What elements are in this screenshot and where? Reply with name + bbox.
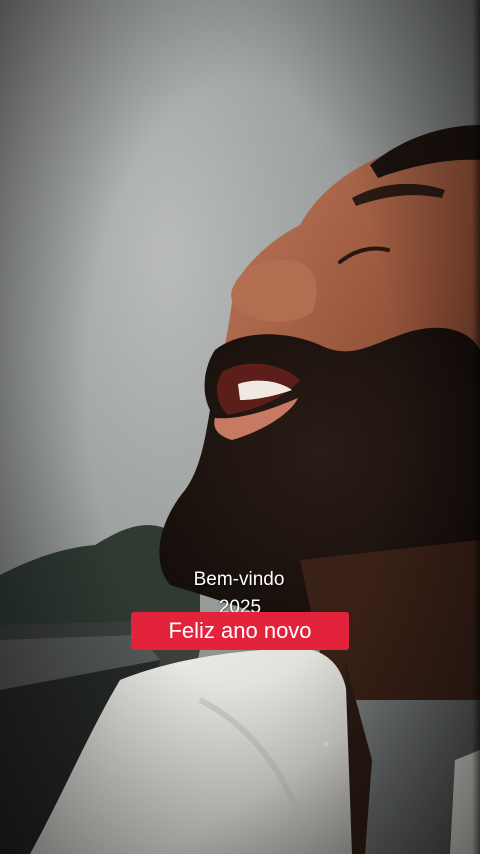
photo-scene xyxy=(0,125,480,854)
shirt-button xyxy=(323,741,329,747)
caption-welcome: Bem-vindo xyxy=(193,569,285,590)
caption-badge-new-year: Feliz ano novo xyxy=(131,612,349,650)
nose xyxy=(231,259,317,322)
video-frame: Bem-vindo 2025 Feliz ano novo xyxy=(0,0,480,854)
edge-shadow xyxy=(472,0,480,854)
